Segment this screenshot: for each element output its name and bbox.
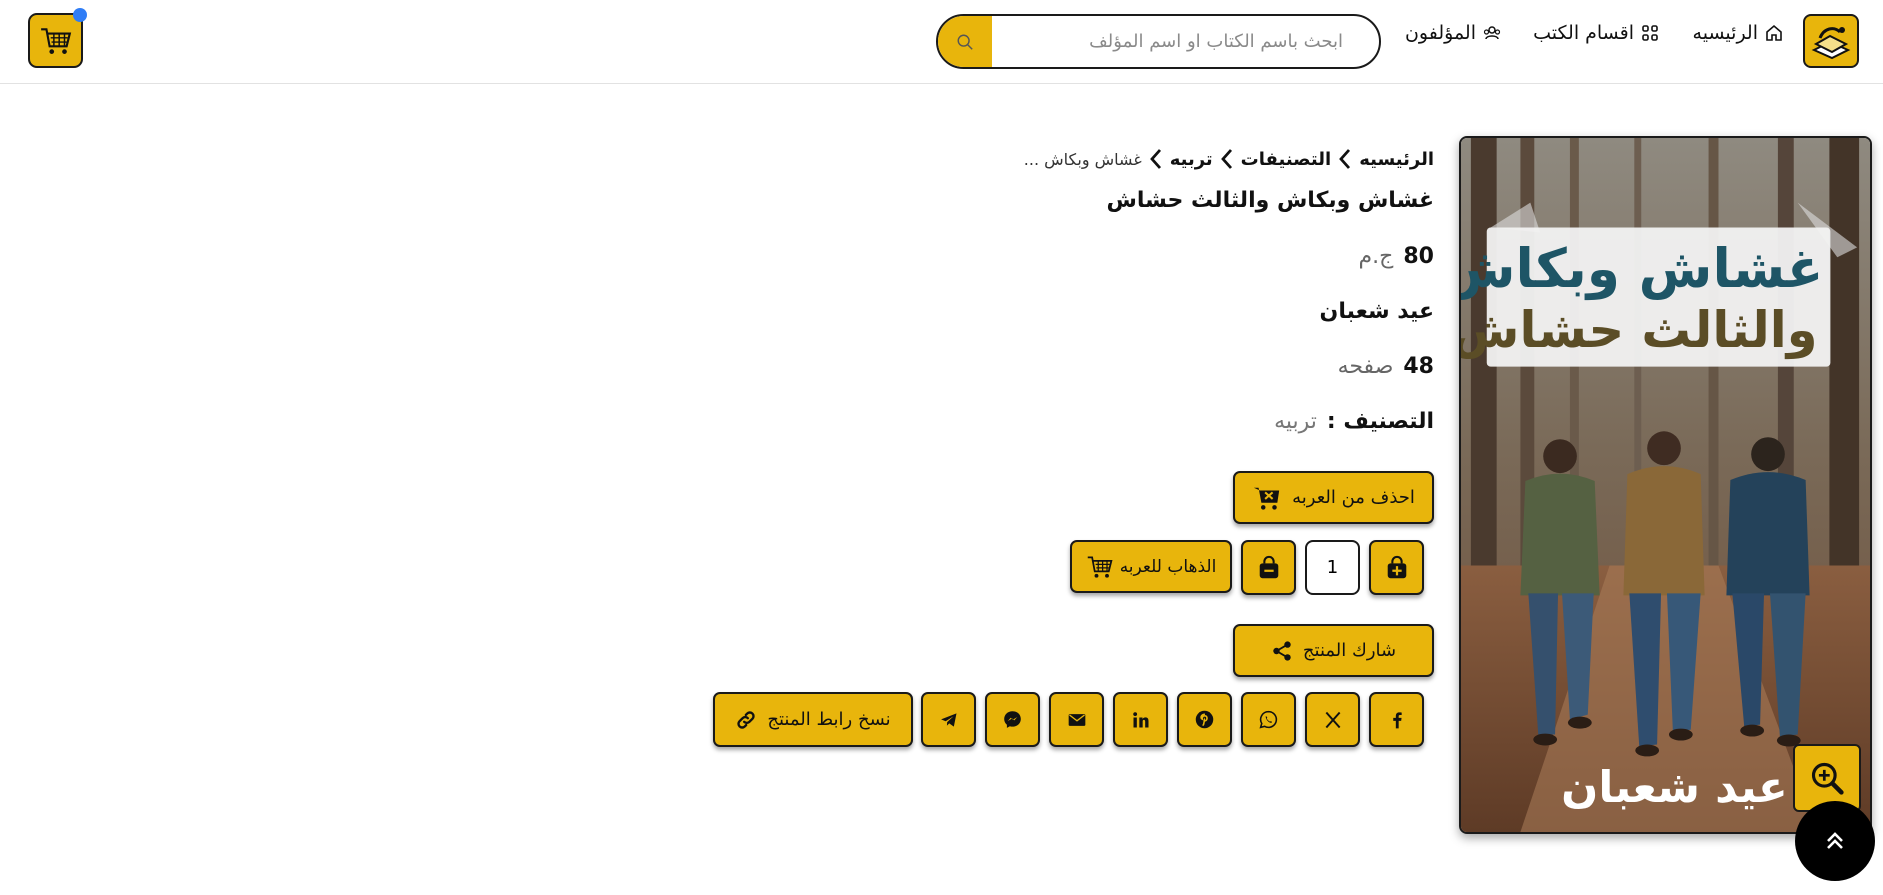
remove-from-cart-label: احذف من العربه bbox=[1292, 487, 1415, 508]
cover-title-line1: غشاش وبكاش bbox=[1461, 237, 1823, 300]
share-telegram-button[interactable] bbox=[921, 692, 976, 747]
nav-categories[interactable]: اقسام الكتب bbox=[1533, 22, 1659, 44]
go-to-cart-label: الذهاب للعربه bbox=[1119, 556, 1217, 577]
share-x-button[interactable] bbox=[1305, 692, 1360, 747]
price-currency: ج.م bbox=[1358, 244, 1394, 269]
cart-icon bbox=[1087, 556, 1113, 578]
category-value[interactable]: تربيه bbox=[1274, 409, 1317, 434]
search-input[interactable] bbox=[992, 16, 1379, 67]
cart-badge bbox=[73, 8, 87, 22]
go-to-cart-button[interactable]: الذهاب للعربه bbox=[1070, 540, 1232, 593]
product-price: 80 ج.م bbox=[1359, 244, 1434, 269]
header-cart-button[interactable] bbox=[28, 13, 83, 68]
share-linkedin-button[interactable] bbox=[1113, 692, 1168, 747]
copy-link-button[interactable]: نسخ رابط المنتج bbox=[713, 692, 913, 747]
share-email-button[interactable] bbox=[1049, 692, 1104, 747]
share-pinterest-button[interactable] bbox=[1177, 692, 1232, 747]
home-icon bbox=[1765, 24, 1783, 42]
messenger-icon bbox=[1004, 711, 1021, 728]
breadcrumb-classifications[interactable]: التصنيفات bbox=[1241, 149, 1332, 170]
book-logo-icon bbox=[1811, 27, 1851, 60]
cover-author: عيد شعبان bbox=[1561, 762, 1788, 813]
price-value: 80 bbox=[1403, 244, 1434, 269]
share-facebook-button[interactable] bbox=[1369, 692, 1424, 747]
nav-authors-label: المؤلفون bbox=[1404, 22, 1476, 44]
share-whatsapp-button[interactable] bbox=[1241, 692, 1296, 747]
linkedin-icon bbox=[1132, 711, 1148, 727]
pages-value: 48 bbox=[1403, 354, 1434, 379]
share-product-button[interactable]: شارك المنتج bbox=[1233, 624, 1434, 677]
breadcrumb-home[interactable]: الرئيسيه bbox=[1359, 149, 1434, 170]
chevron-left-icon bbox=[1148, 148, 1164, 170]
nav-categories-label: اقسام الكتب bbox=[1533, 22, 1634, 44]
remove-from-cart-button[interactable]: احذف من العربه bbox=[1233, 471, 1434, 524]
chevron-left-icon bbox=[1337, 148, 1353, 170]
share-icon bbox=[1273, 640, 1291, 661]
pages-unit: صفحه bbox=[1337, 354, 1394, 379]
search-bar bbox=[936, 14, 1381, 69]
whatsapp-icon bbox=[1259, 710, 1278, 729]
search-icon bbox=[957, 34, 973, 50]
book-cover-image: غشاش وبكاش والثالث حشاش عيد شعبان bbox=[1459, 136, 1872, 834]
nav-authors[interactable]: المؤلفون bbox=[1405, 22, 1501, 44]
breadcrumb-category[interactable]: تربيه bbox=[1170, 149, 1213, 170]
share-messenger-button[interactable] bbox=[985, 692, 1040, 747]
cart-icon bbox=[40, 27, 71, 54]
facebook-icon bbox=[1392, 711, 1402, 728]
product-title: غشاش وبكاش والثالث حشاش bbox=[1106, 188, 1435, 213]
scroll-to-top-button[interactable] bbox=[1795, 801, 1875, 881]
pinterest-icon bbox=[1195, 710, 1214, 729]
bag-minus-icon bbox=[1259, 555, 1278, 578]
double-chevron-up-icon bbox=[1827, 832, 1843, 849]
breadcrumb: الرئيسيه التصنيفات تربيه غشاش وبكاش ... bbox=[1024, 148, 1434, 170]
nav-home-label: الرئيسيه bbox=[1692, 22, 1758, 44]
breadcrumb-current: غشاش وبكاش ... bbox=[1023, 149, 1142, 169]
product-pages: 48 صفحه bbox=[1338, 354, 1434, 379]
zoom-in-icon bbox=[1811, 762, 1844, 795]
increase-quantity-button[interactable] bbox=[1369, 540, 1424, 595]
x-icon bbox=[1325, 711, 1340, 728]
product-author[interactable]: عيد شعبان bbox=[1320, 299, 1434, 324]
grid-icon bbox=[1641, 24, 1659, 42]
share-product-label: شارك المنتج bbox=[1302, 640, 1397, 661]
email-icon bbox=[1068, 713, 1085, 726]
bag-plus-icon bbox=[1387, 555, 1406, 578]
author-name[interactable]: عيد شعبان bbox=[1320, 299, 1434, 324]
telegram-icon bbox=[940, 712, 956, 727]
cover-title-line2: والثالث حشاش bbox=[1461, 301, 1818, 360]
site-logo[interactable] bbox=[1803, 14, 1859, 68]
decrease-quantity-button[interactable] bbox=[1241, 540, 1296, 595]
quantity-input[interactable] bbox=[1305, 540, 1360, 595]
category-label: التصنيف : bbox=[1326, 409, 1434, 434]
search-button[interactable] bbox=[938, 16, 992, 67]
link-icon bbox=[737, 710, 756, 729]
product-category: التصنيف : تربيه bbox=[1274, 409, 1434, 434]
users-icon bbox=[1483, 24, 1501, 42]
site-header: الرئيسيه اقسام الكتب المؤلفون bbox=[0, 0, 1883, 84]
copy-link-label: نسخ رابط المنتج bbox=[767, 709, 891, 730]
chevron-left-icon bbox=[1219, 148, 1235, 170]
nav-home[interactable]: الرئيسيه bbox=[1693, 22, 1783, 44]
cart-remove-icon bbox=[1253, 487, 1280, 510]
